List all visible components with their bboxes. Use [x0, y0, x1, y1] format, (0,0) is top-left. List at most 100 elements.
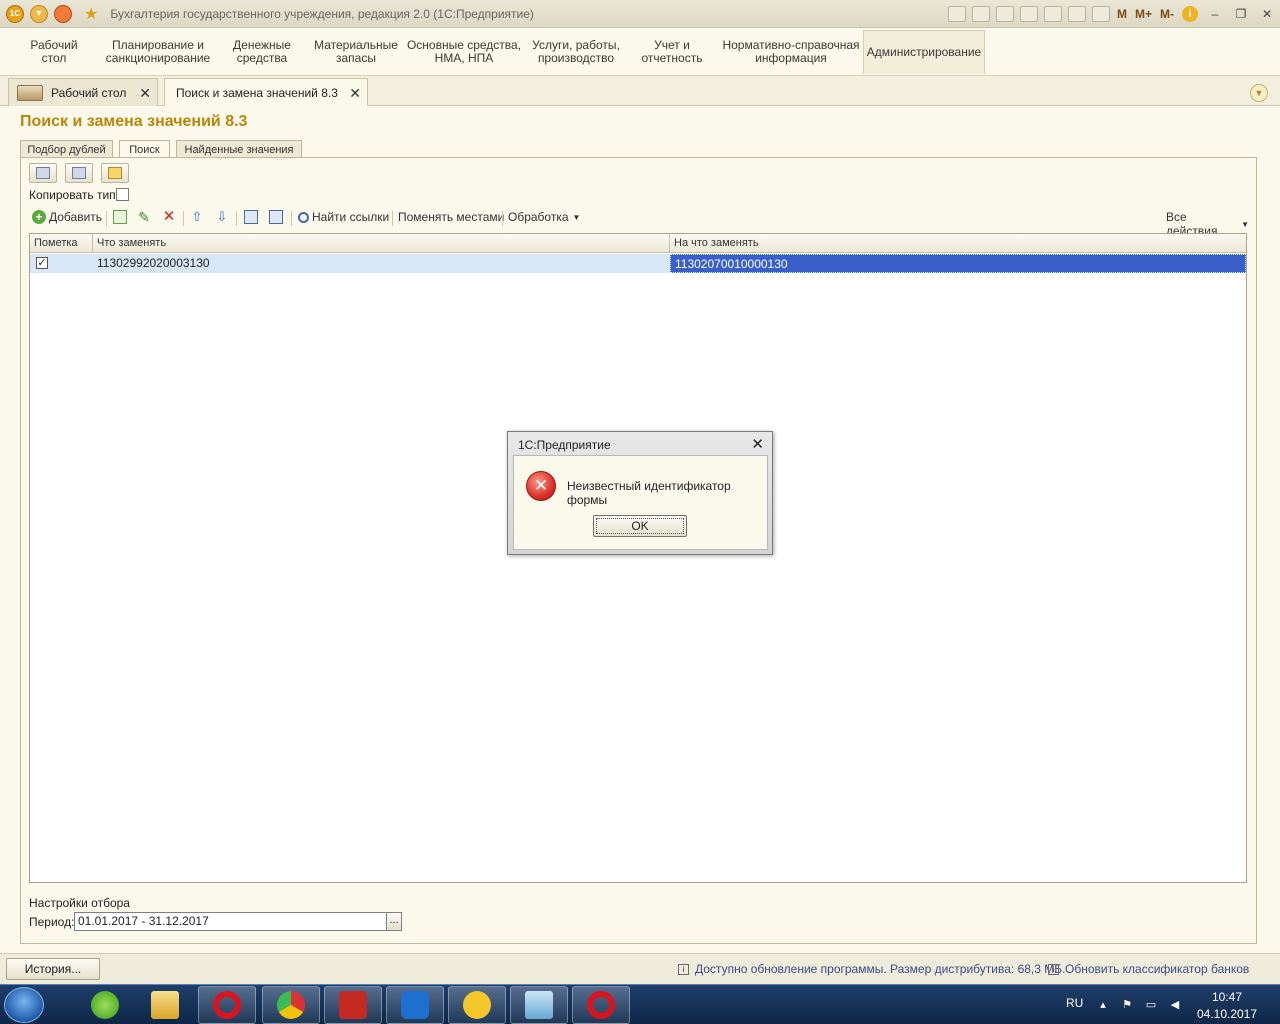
section-planning[interactable]: Планирование и санкционирование	[100, 30, 216, 74]
print-icon[interactable]	[971, 6, 990, 22]
dialog-close-button[interactable]: ✕	[751, 435, 764, 453]
column-header-what[interactable]: Что заменять	[93, 234, 670, 253]
chevron-down-icon[interactable]: ▼	[1250, 84, 1268, 102]
history-button[interactable]: История...	[6, 958, 100, 980]
minimize-button[interactable]: –	[1204, 6, 1226, 22]
calendar-icon[interactable]	[1091, 6, 1110, 22]
1c-icon	[463, 991, 491, 1019]
taskbar-teamviewer[interactable]	[386, 986, 444, 1024]
classifier-notification[interactable]: i Обновить классификатор банков	[1048, 962, 1249, 976]
app-logo-icon[interactable]: 1С	[6, 4, 24, 23]
section-services[interactable]: Услуги, работы, производство	[526, 30, 626, 74]
arrow-up-icon: ⇧	[191, 209, 203, 224]
restore-button[interactable]: ❐	[1230, 6, 1252, 22]
column-header-to[interactable]: На что заменять	[670, 234, 1246, 253]
language-indicator[interactable]: RU	[1066, 996, 1083, 1010]
delete-row-button[interactable]: ✕	[162, 209, 176, 224]
start-button[interactable]	[4, 987, 44, 1023]
table-toolbar: + Добавить ✎ ✕ ⇧ ⇩ Найти ссылки Поменять…	[29, 208, 1249, 238]
memory-mplus-button[interactable]: M+	[1135, 7, 1152, 21]
tab-desktop[interactable]: Рабочий стол ✕	[8, 78, 158, 106]
move-up-button[interactable]: ⇧	[190, 210, 204, 224]
section-money[interactable]: Денежные средства	[226, 30, 298, 74]
close-icon[interactable]: ✕	[349, 85, 361, 102]
dropdown-arrow-icon: ▼	[572, 212, 581, 222]
taskbar-opera-2[interactable]	[572, 986, 630, 1024]
close-window-button[interactable]: ✕	[1256, 6, 1278, 22]
cell-to[interactable]: 11302070010000130	[670, 254, 1246, 273]
section-desktop[interactable]: Рабочий стол	[18, 30, 90, 74]
update-notification[interactable]: i Доступно обновление программы. Размер …	[678, 962, 1065, 976]
taskbar-chrome[interactable]	[262, 986, 320, 1024]
taskbar-icq[interactable]	[76, 986, 134, 1024]
processing-menu[interactable]: Обработка ▼	[508, 210, 580, 224]
move-down-button[interactable]: ⇩	[215, 210, 229, 224]
save-settings-button[interactable]	[29, 163, 57, 183]
tab-duplicates[interactable]: Подбор дублей	[20, 140, 113, 158]
tray-network-icon[interactable]: ▭	[1144, 998, 1158, 1012]
main-menu-icon[interactable]: ▾	[30, 4, 48, 23]
period-field[interactable]: 01.01.2017 - 31.12.2017	[74, 912, 388, 931]
clock-time[interactable]: 10:47	[1200, 990, 1254, 1004]
windows-taskbar: RU ▴ ⚑ ▭ ◀ 10:47 04.10.2017	[0, 984, 1280, 1024]
navigation-menu-icon[interactable]	[54, 4, 72, 23]
folder-icon	[108, 167, 122, 179]
floppy-gear-icon	[72, 167, 86, 179]
app-logo-text: 1С	[9, 9, 21, 18]
clock-date[interactable]: 04.10.2017	[1196, 1007, 1258, 1021]
row-mark-checkbox[interactable]: ✓	[36, 257, 48, 269]
tray-expand-icon[interactable]: ▴	[1096, 998, 1110, 1012]
edit-row-button[interactable]: ✎	[137, 210, 151, 224]
history-icon[interactable]	[1043, 6, 1062, 22]
uncheck-all-button[interactable]	[244, 210, 258, 224]
section-label: Материальные запасы	[314, 38, 398, 65]
taskbar-preview-blurred	[636, 993, 736, 1005]
replace-table[interactable]: Пометка Что заменять На что заменять ✓ 1…	[29, 233, 1247, 883]
memory-mminus-button[interactable]: M-	[1160, 7, 1174, 21]
taskbar-notepad[interactable]	[510, 986, 568, 1024]
copy-row-button[interactable]	[113, 210, 127, 224]
favorites-star-icon[interactable]: ★	[84, 4, 98, 24]
tab-found-values[interactable]: Найденные значения	[176, 140, 302, 158]
processing-label: Обработка	[508, 210, 569, 224]
close-icon[interactable]: ✕	[139, 85, 151, 102]
add-favorite-icon[interactable]	[1019, 6, 1038, 22]
save-icon[interactable]	[947, 6, 966, 22]
section-administration[interactable]: Администрирование	[863, 30, 985, 74]
ok-button[interactable]: OK	[593, 515, 687, 537]
toolbar-separator	[392, 211, 393, 226]
open-settings-button[interactable]	[101, 163, 129, 183]
find-refs-button[interactable]: Найти ссылки	[298, 210, 389, 224]
save-as-button[interactable]	[65, 163, 93, 183]
section-fixed-assets[interactable]: Основные средства, НМА, НПА	[404, 30, 524, 74]
table-row[interactable]: ✓ 11302992020003130 11302070010000130	[30, 254, 1246, 273]
taskbar-explorer[interactable]	[136, 986, 194, 1024]
tray-flag-icon[interactable]: ⚑	[1120, 998, 1134, 1012]
folder-icon	[151, 991, 179, 1019]
section-materials[interactable]: Материальные запасы	[308, 30, 404, 74]
section-reference[interactable]: Нормативно-справочная информация	[720, 30, 862, 74]
copy-type-checkbox[interactable]	[116, 188, 129, 201]
section-accounting[interactable]: Учет и отчетность	[630, 30, 714, 74]
add-button[interactable]: + Добавить	[32, 210, 102, 224]
info-icon[interactable]: i	[1182, 6, 1198, 22]
cell-what[interactable]: 11302992020003130	[93, 254, 670, 273]
window-title: Бухгалтерия государственного учреждения,…	[110, 6, 534, 21]
taskbar-acrobat[interactable]	[324, 986, 382, 1024]
column-header-mark[interactable]: Пометка	[30, 234, 93, 253]
tab-search-replace[interactable]: Поиск и замена значений 8.3 ✕	[164, 78, 368, 106]
tray-volume-icon[interactable]: ◀	[1168, 998, 1182, 1012]
taskbar-opera[interactable]	[198, 986, 256, 1024]
window-title-bar: 1С ▾ ★ Бухгалтерия государственного учре…	[0, 0, 1280, 28]
swap-button[interactable]: Поменять местами	[398, 210, 504, 224]
search-icon	[298, 211, 309, 223]
table-header: Пометка Что заменять На что заменять	[30, 234, 1246, 253]
preview-icon[interactable]	[995, 6, 1014, 22]
check-all-icon	[269, 210, 283, 224]
period-select-button[interactable]: ...	[386, 912, 402, 931]
icq-flower-icon	[91, 991, 119, 1019]
calculator-icon[interactable]	[1067, 6, 1086, 22]
memory-m-button[interactable]: M	[1117, 7, 1127, 21]
taskbar-1c[interactable]	[448, 986, 506, 1024]
check-all-button[interactable]	[269, 210, 283, 224]
